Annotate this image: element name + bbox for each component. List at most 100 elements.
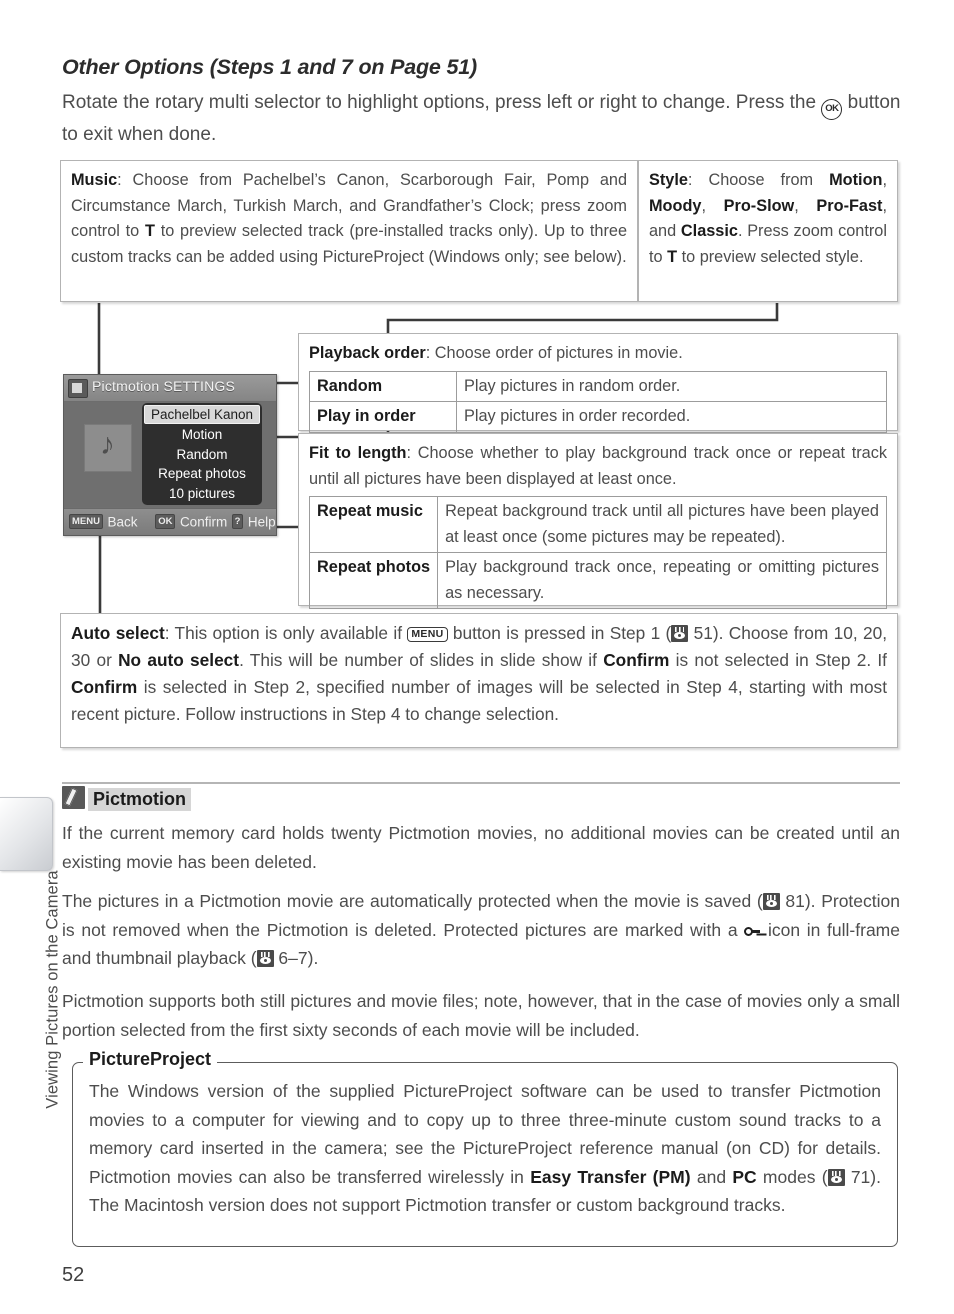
auto-select-no-auto-select: No auto select	[118, 650, 240, 670]
lcd-footer-bar: MENU Back OK Confirm ? Help	[64, 508, 276, 535]
page-number: 52	[62, 1264, 85, 1286]
note-p2-text-a: The pictures in a Pictmotion movie are a…	[62, 891, 763, 911]
lcd-item-music[interactable]: Pachelbel Kanon	[144, 405, 260, 424]
lcd-title-bar: Pictmotion SETTINGS	[64, 375, 276, 402]
manual-page: Viewing Pictures on the Camera 52 Other …	[0, 0, 954, 1314]
playback-option-random: Random	[309, 370, 457, 402]
lcd-title: Pictmotion SETTINGS	[92, 378, 236, 394]
lcd-item-fit-to-length[interactable]: Repeat photos	[142, 464, 262, 484]
style-option-pro-slow: Pro-Slow	[723, 196, 795, 215]
lcd-settings-list: Pachelbel Kanon Motion Random Repeat pho…	[142, 403, 262, 505]
table-row: Repeat music Repeat background track unt…	[308, 496, 887, 553]
page-reference-icon	[256, 950, 274, 967]
help-badge-icon: ?	[231, 514, 244, 530]
style-sep-3: ,	[794, 196, 817, 215]
protect-key-icon	[744, 925, 761, 938]
fit-option-repeat-photos-desc: Play background track once, repeating or…	[437, 552, 887, 609]
fit-option-repeat-music-desc: Repeat background track until all pictur…	[437, 496, 887, 553]
intro-text-before: Rotate the rotary multi selector to high…	[62, 92, 822, 113]
lcd-item-auto-select[interactable]: 10 pictures	[142, 484, 262, 504]
menu-badge-icon: MENU	[69, 514, 103, 530]
fit-option-repeat-music: Repeat music	[308, 496, 439, 553]
playback-order-table: Random Play pictures in random order. Pl…	[309, 370, 887, 433]
page-reference-icon	[827, 1168, 845, 1186]
pictureproject-text-3: modes (	[756, 1166, 828, 1187]
auto-select-term: Auto select	[71, 623, 165, 643]
playback-option-play-in-order-desc: Play pictures in order recorded.	[456, 401, 887, 433]
chapter-title: Viewing Pictures on the Camera	[43, 870, 62, 1109]
style-term: Style	[649, 171, 688, 189]
page-reference-icon	[762, 893, 780, 910]
style-option-motion: Motion	[829, 171, 883, 189]
music-note-icon: ♪	[100, 428, 115, 461]
pictureproject-box: PictureProject The Windows version of th…	[72, 1049, 898, 1247]
table-row: Random Play pictures in random order.	[309, 370, 887, 402]
music-text-2: to preview selected track (pre-installed…	[71, 222, 628, 266]
note-paragraph-2: The pictures in a Pictmotion movie are a…	[62, 887, 900, 973]
auto-select-text-1: : This option is only available if	[164, 623, 408, 643]
auto-select-text-5: is selected in Step 2, specified number …	[71, 677, 887, 724]
playback-mode-icon	[68, 379, 88, 398]
auto-select-confirm-1: Confirm	[603, 650, 670, 670]
pencil-note-icon	[62, 786, 85, 809]
style-callout-box: Style: Choose from Motion, Moody, Pro-Sl…	[638, 160, 898, 302]
style-tele-label: T	[667, 247, 678, 266]
pictureproject-text-2: and	[690, 1166, 733, 1187]
playback-order-callout-box: Playback order: Choose order of pictures…	[298, 333, 898, 433]
playback-order-text: Playback order: Choose order of pictures…	[299, 334, 897, 433]
table-row: Play in order Play pictures in order rec…	[309, 401, 887, 433]
lcd-help-label: Help	[247, 514, 276, 530]
camera-lcd-screenshot: Pictmotion SETTINGS ♪ Pachelbel Kanon Mo…	[63, 374, 277, 536]
fit-to-length-term: Fit to length	[309, 444, 407, 462]
music-tele-label: T	[144, 222, 155, 240]
playback-order-term: Playback order	[309, 344, 426, 362]
style-text-1: : Choose from	[687, 171, 830, 189]
lcd-confirm-label: Confirm	[179, 514, 228, 530]
note-p2-text-d: 6–7).	[273, 948, 319, 968]
music-term: Music	[71, 171, 118, 189]
lcd-back-label: Back	[107, 514, 138, 530]
auto-select-callout-box: Auto select: This option is only availab…	[60, 613, 898, 748]
note-title: Pictmotion	[88, 788, 191, 811]
lcd-body: ♪ Pachelbel Kanon Motion Random Repeat p…	[64, 402, 276, 507]
auto-select-text-2: button is pressed in Step 1 (	[447, 623, 672, 643]
note-header: Pictmotion	[62, 786, 191, 811]
lcd-item-playback-order[interactable]: Random	[142, 445, 262, 465]
auto-select-text-4: is not selected in Step 2. If	[669, 650, 887, 670]
note-paragraph-3: Pictmotion supports both still pictures …	[62, 991, 900, 1040]
pictureproject-text: The Windows version of the supplied Pict…	[73, 1063, 897, 1230]
pictureproject-pc: PC	[732, 1166, 757, 1187]
fit-to-length-callout-box: Fit to length: Choose whether to play ba…	[298, 433, 898, 609]
menu-button-icon: MENU	[407, 627, 448, 642]
lcd-item-style[interactable]: Motion	[142, 425, 262, 445]
auto-select-confirm-2: Confirm	[71, 677, 138, 697]
fit-to-length-text: Fit to length: Choose whether to play ba…	[299, 434, 897, 609]
note-divider	[62, 782, 900, 784]
ok-badge-icon: OK	[155, 514, 176, 530]
auto-select-text-3: . This will be number of slides in slide…	[239, 650, 604, 670]
auto-select-text: Auto select: This option is only availab…	[61, 614, 897, 734]
pictureproject-easy-transfer: Easy Transfer (PM)	[530, 1166, 691, 1187]
playback-option-random-desc: Play pictures in random order.	[456, 370, 887, 402]
pictureproject-legend: PictureProject	[83, 1049, 218, 1070]
style-sep-2: ,	[701, 196, 724, 215]
style-text-3: to preview selected style.	[677, 247, 864, 266]
ok-button-icon: OK	[821, 99, 843, 120]
lcd-footer-row: MENU Back OK Confirm ? Help	[69, 513, 276, 531]
fit-option-repeat-photos: Repeat photos	[308, 552, 439, 609]
style-option-classic: Classic	[680, 222, 738, 240]
style-callout-text: Style: Choose from Motion, Moody, Pro-Sl…	[639, 161, 897, 276]
fit-to-length-table: Repeat music Repeat background track unt…	[308, 496, 887, 609]
intro-paragraph: Rotate the rotary multi selector to high…	[62, 88, 904, 150]
note-paragraph-1: If the current memory card holds twenty …	[62, 823, 900, 872]
music-callout-box: Music: Choose from Pachelbel’s Canon, Sc…	[60, 160, 638, 302]
page-reference-icon	[671, 625, 689, 642]
table-row: Repeat photos Play background track once…	[308, 552, 887, 609]
style-option-moody: Moody	[649, 196, 702, 215]
playback-order-desc: : Choose order of pictures in movie.	[425, 344, 683, 362]
playback-option-play-in-order: Play in order	[309, 401, 457, 433]
style-sep-1: ,	[882, 171, 887, 189]
page-title: Other Options (Steps 1 and 7 on Page 51)	[62, 55, 477, 79]
lcd-thumbnail: ♪	[84, 424, 132, 472]
music-callout-text: Music: Choose from Pachelbel’s Canon, Sc…	[61, 161, 637, 276]
